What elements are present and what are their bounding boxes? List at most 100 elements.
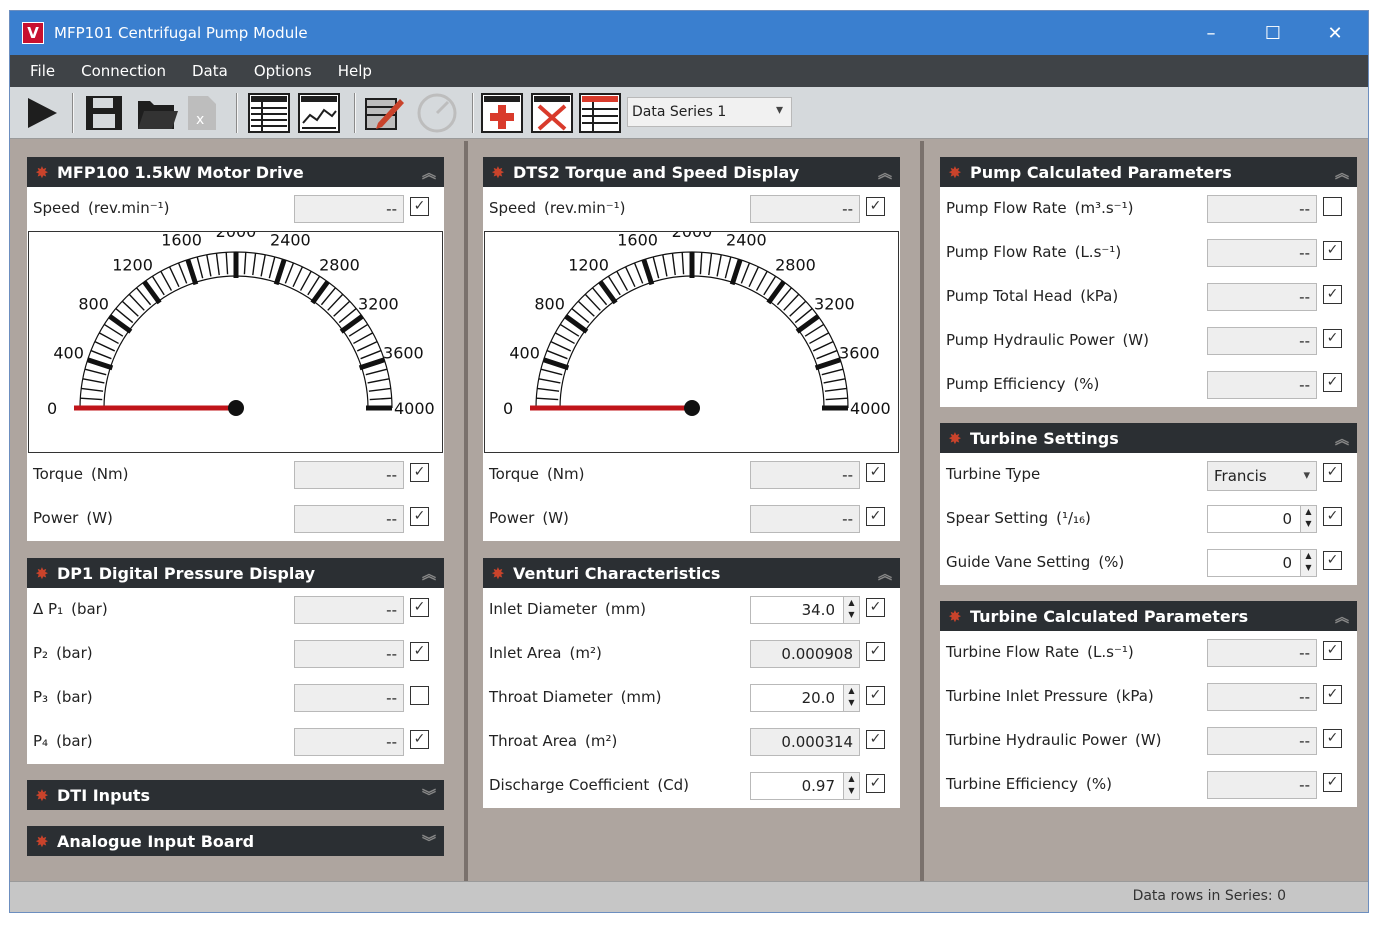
gear-icon[interactable]: ✸ — [27, 786, 57, 805]
close-button[interactable]: ✕ — [1304, 11, 1366, 55]
menu-options[interactable]: Options — [240, 62, 324, 80]
field-checkbox[interactable] — [410, 686, 429, 705]
field-checkbox[interactable]: ✓ — [1323, 507, 1342, 526]
panel-header[interactable]: ✸ Venturi Characteristics ︽ — [483, 558, 900, 588]
gauge-tick — [368, 387, 391, 392]
data-series-select[interactable]: Data Series 1 ▾ — [627, 97, 792, 127]
field-checkbox[interactable]: ✓ — [866, 642, 885, 661]
data-series-value: Data Series 1 — [632, 104, 727, 120]
spinner-arrows[interactable]: ▲ ▼ — [1300, 506, 1316, 532]
gauge-tick — [812, 340, 834, 352]
torque-checkbox[interactable]: ✓ — [410, 463, 429, 482]
field-checkbox[interactable]: ✓ — [1323, 641, 1342, 660]
maximize-button[interactable]: ☐ — [1242, 11, 1304, 55]
torque-checkbox[interactable]: ✓ — [866, 463, 885, 482]
menu-connection[interactable]: Connection — [67, 62, 178, 80]
gauge-hub — [684, 400, 700, 416]
field-checkbox[interactable]: ✓ — [866, 774, 885, 793]
gauge-tick — [633, 262, 644, 284]
menu-file[interactable]: File — [10, 62, 67, 80]
field-checkbox[interactable]: ✓ — [410, 642, 429, 661]
panel-header[interactable]: ✸ Turbine Calculated Parameters ︽ — [940, 601, 1357, 631]
delete-series-icon[interactable] — [530, 92, 574, 134]
field-checkbox[interactable]: ✓ — [1323, 463, 1342, 482]
spinner-arrows[interactable]: ▲ ▼ — [843, 685, 859, 711]
collapse-icon[interactable]: ︽ — [878, 564, 892, 584]
series-table-icon[interactable] — [578, 92, 622, 134]
field-checkbox[interactable]: ✓ — [1323, 685, 1342, 704]
expand-icon[interactable]: ︾ — [422, 832, 436, 852]
field-unit: (m²) — [569, 644, 602, 662]
speed-checkbox[interactable]: ✓ — [866, 197, 885, 216]
pump-row: Pump Flow Rate (m³.s⁻¹) -- — [940, 187, 1357, 231]
power-checkbox[interactable]: ✓ — [866, 507, 885, 526]
guide-vane-input[interactable]: 0 ▲ ▼ — [1207, 549, 1317, 577]
panel-header[interactable]: ✸ Turbine Settings ︽ — [940, 423, 1357, 453]
open-folder-icon[interactable] — [134, 92, 180, 134]
add-series-icon[interactable] — [480, 92, 524, 134]
field-checkbox[interactable]: ✓ — [1323, 551, 1342, 570]
panel-header[interactable]: ✸ MFP100 1.5kW Motor Drive ︽ — [27, 157, 444, 187]
field-label: Inlet Diameter — [489, 600, 598, 618]
edit-icon[interactable] — [362, 92, 408, 134]
chart-view-icon[interactable] — [296, 92, 342, 134]
field-checkbox[interactable]: ✓ — [1323, 241, 1342, 260]
gear-icon[interactable]: ✸ — [483, 163, 513, 182]
panel-header[interactable]: ✸ DTI Inputs ︾ — [27, 780, 444, 810]
spear-setting-input[interactable]: 0 ▲ ▼ — [1207, 505, 1317, 533]
field-checkbox[interactable]: ✓ — [410, 598, 429, 617]
gear-icon[interactable]: ✸ — [27, 564, 57, 583]
inlet-diameter-input[interactable]: 34.0 ▲ ▼ — [750, 596, 860, 624]
field-checkbox[interactable]: ✓ — [866, 598, 885, 617]
field-checkbox[interactable]: ✓ — [1323, 773, 1342, 792]
turbine-type-select[interactable]: Francis ▾ — [1207, 461, 1317, 491]
gauge-tick — [729, 258, 743, 286]
gear-icon[interactable]: ✸ — [940, 607, 970, 626]
collapse-icon[interactable]: ︽ — [422, 163, 436, 183]
speed-checkbox[interactable]: ✓ — [410, 197, 429, 216]
gear-icon[interactable]: ✸ — [940, 429, 970, 448]
collapse-icon[interactable]: ︽ — [422, 564, 436, 584]
collapse-icon[interactable]: ︽ — [1335, 607, 1349, 627]
spinner-arrows[interactable]: ▲ ▼ — [843, 773, 859, 799]
collapse-icon[interactable]: ︽ — [1335, 163, 1349, 183]
field-unit: (W) — [1135, 731, 1162, 749]
field-checkbox[interactable]: ✓ — [1323, 373, 1342, 392]
field-unit: (mm) — [620, 688, 662, 706]
close-file-icon[interactable]: x — [182, 92, 222, 134]
field-checkbox[interactable] — [1323, 197, 1342, 216]
gear-icon[interactable]: ✸ — [940, 163, 970, 182]
play-icon[interactable] — [22, 92, 62, 134]
panel-header[interactable]: ✸ DTS2 Torque and Speed Display ︽ — [483, 157, 900, 187]
power-checkbox[interactable]: ✓ — [410, 507, 429, 526]
discharge-coefficient-input[interactable]: 0.97 ▲ ▼ — [750, 772, 860, 800]
spinner-arrows[interactable]: ▲ ▼ — [843, 597, 859, 623]
panel-header[interactable]: ✸ Pump Calculated Parameters ︽ — [940, 157, 1357, 187]
gear-icon[interactable]: ✸ — [27, 163, 57, 182]
gauge-tick — [260, 254, 266, 277]
spinner-arrows[interactable]: ▲ ▼ — [1300, 550, 1316, 576]
field-checkbox[interactable]: ✓ — [1323, 285, 1342, 304]
field-checkbox[interactable]: ✓ — [1323, 329, 1342, 348]
field-checkbox[interactable]: ✓ — [866, 730, 885, 749]
throat-diameter-input[interactable]: 20.0 ▲ ▼ — [750, 684, 860, 712]
field-checkbox[interactable]: ✓ — [410, 730, 429, 749]
minimize-button[interactable]: – — [1180, 11, 1242, 55]
gear-icon[interactable]: ✸ — [27, 832, 57, 851]
collapse-icon[interactable]: ︽ — [1335, 429, 1349, 449]
gear-icon[interactable]: ✸ — [483, 564, 513, 583]
expand-icon[interactable]: ︾ — [422, 786, 436, 806]
gauge-tick-label: 400 — [509, 344, 540, 363]
field-checkbox[interactable]: ✓ — [866, 686, 885, 705]
gauge-icon[interactable] — [414, 92, 460, 134]
panel-header[interactable]: ✸ DP1 Digital Pressure Display ︽ — [27, 558, 444, 588]
menu-help[interactable]: Help — [324, 62, 384, 80]
menu-data[interactable]: Data — [178, 62, 240, 80]
collapse-icon[interactable]: ︽ — [878, 163, 892, 183]
panel-header[interactable]: ✸ Analogue Input Board ︾ — [27, 826, 444, 856]
table-view-icon[interactable] — [246, 92, 292, 134]
save-icon[interactable] — [82, 92, 126, 134]
gauge-tick — [809, 332, 830, 345]
field-checkbox[interactable]: ✓ — [1323, 729, 1342, 748]
gauge-tick — [121, 300, 139, 317]
